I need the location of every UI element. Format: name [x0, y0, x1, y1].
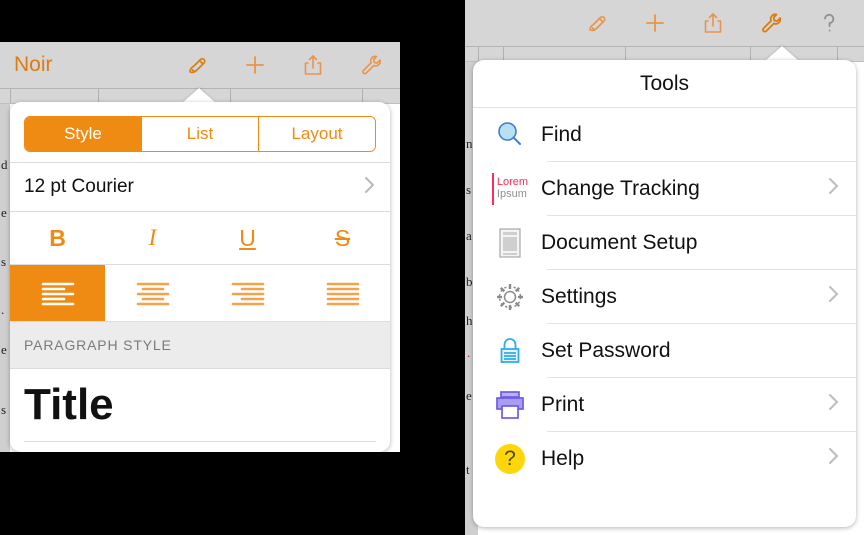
- format-tabs-container: Style List Layout: [10, 102, 390, 162]
- chevron-right-icon: [827, 445, 840, 472]
- menu-item-document-setup[interactable]: Document Setup: [473, 216, 856, 269]
- chevron-right-icon: [827, 175, 840, 202]
- insert-icon[interactable]: [626, 0, 684, 46]
- change-tracking-icon: Lorem Ipsum: [487, 169, 533, 209]
- doc-fragment: e: [1, 342, 7, 357]
- alignment-row: [10, 265, 390, 321]
- page-icon: [487, 223, 533, 263]
- tools-popover: Tools Find Lorem Ipsum Change Tracking D…: [473, 60, 856, 527]
- tab-style[interactable]: Style: [25, 117, 142, 151]
- left-toolbar: Noir: [0, 42, 400, 89]
- menu-item-label: Help: [541, 446, 585, 470]
- format-brush-icon[interactable]: [568, 0, 626, 46]
- chevron-right-icon: [827, 391, 840, 418]
- screenshot-stage: d e s . e s Noir Style List Layout 12 pt…: [0, 0, 864, 535]
- lock-icon: [487, 331, 533, 371]
- doc-fragment: .: [1, 302, 5, 317]
- bold-button[interactable]: B: [10, 212, 105, 264]
- gear-icon: [487, 277, 533, 317]
- doc-fragment: h: [466, 313, 473, 328]
- doc-fragment: s: [1, 402, 7, 417]
- chevron-right-icon: [363, 174, 376, 201]
- document-title[interactable]: Noir: [0, 53, 53, 77]
- menu-item-label: Document Setup: [541, 230, 698, 254]
- doc-fragment: n: [466, 136, 473, 151]
- divider: [24, 441, 376, 442]
- share-icon[interactable]: [284, 42, 342, 88]
- align-left-button[interactable]: [10, 265, 105, 321]
- help-glyph: ?: [495, 443, 525, 474]
- menu-item-label: Settings: [541, 284, 617, 308]
- left-toolbar-icons: [168, 42, 400, 88]
- paragraph-style-row[interactable]: Title: [10, 369, 390, 441]
- menu-item-change-tracking[interactable]: Lorem Ipsum Change Tracking: [473, 162, 856, 215]
- format-brush-icon[interactable]: [168, 42, 226, 88]
- menu-item-print[interactable]: Print: [473, 378, 856, 431]
- doc-fragment: e: [1, 205, 7, 220]
- format-popover-arrow: [182, 88, 216, 103]
- paragraph-style-header: PARAGRAPH STYLE: [10, 321, 390, 369]
- doc-fragment: s: [466, 182, 472, 197]
- doc-fragment: t: [466, 462, 470, 477]
- menu-item-find[interactable]: Find: [473, 108, 856, 161]
- share-icon[interactable]: [684, 0, 742, 46]
- chevron-right-icon: [827, 283, 840, 310]
- menu-item-label: Print: [541, 392, 585, 416]
- left-document-margin: [0, 89, 10, 452]
- doc-fragment-marker: .: [467, 345, 471, 360]
- doc-fragment: d: [1, 157, 8, 172]
- right-toolbar-icons: [568, 0, 858, 46]
- tools-icon[interactable]: [742, 0, 800, 46]
- underline-button[interactable]: U: [200, 212, 295, 264]
- right-screenshot-panel: n s a b h . e t Tools Find Lorem Ipsum C…: [465, 0, 864, 535]
- change-tracking-line2: Ipsum: [496, 187, 527, 200]
- insert-icon[interactable]: [226, 42, 284, 88]
- align-right-button[interactable]: [200, 265, 295, 321]
- right-toolbar: [465, 0, 864, 47]
- menu-item-settings[interactable]: Settings: [473, 270, 856, 323]
- align-center-button[interactable]: [105, 265, 200, 321]
- align-justify-button[interactable]: [295, 265, 390, 321]
- tools-icon[interactable]: [342, 42, 400, 88]
- doc-fragment: b: [466, 274, 473, 289]
- left-screenshot-panel: d e s . e s Noir Style List Layout 12 pt…: [0, 42, 400, 452]
- format-tabs: Style List Layout: [24, 116, 376, 152]
- change-tracking-line1: Lorem: [496, 175, 529, 188]
- format-popover: Style List Layout 12 pt Courier B I U S …: [10, 102, 390, 452]
- help-icon[interactable]: [800, 0, 858, 46]
- paragraph-style-name: Title: [24, 380, 114, 429]
- tab-layout[interactable]: Layout: [259, 117, 375, 151]
- printer-icon: [487, 385, 533, 425]
- magnifier-icon: [487, 115, 533, 155]
- tab-list[interactable]: List: [142, 117, 259, 151]
- tools-popover-arrow: [765, 46, 799, 61]
- strikethrough-button[interactable]: S: [295, 212, 390, 264]
- text-style-row: B I U S: [10, 212, 390, 264]
- doc-fragment: e: [466, 388, 472, 403]
- menu-item-set-password[interactable]: Set Password: [473, 324, 856, 377]
- italic-button[interactable]: I: [105, 212, 200, 264]
- help-circle-icon: ?: [487, 439, 533, 479]
- font-row[interactable]: 12 pt Courier: [10, 163, 390, 211]
- menu-item-label: Set Password: [541, 338, 671, 362]
- tools-popover-title: Tools: [473, 60, 856, 108]
- doc-fragment: a: [466, 228, 472, 243]
- menu-item-label: Find: [541, 122, 582, 146]
- doc-fragment: s: [1, 254, 7, 269]
- menu-item-help[interactable]: ? Help: [473, 432, 856, 485]
- font-value: 12 pt Courier: [24, 176, 134, 197]
- menu-item-label: Change Tracking: [541, 176, 700, 200]
